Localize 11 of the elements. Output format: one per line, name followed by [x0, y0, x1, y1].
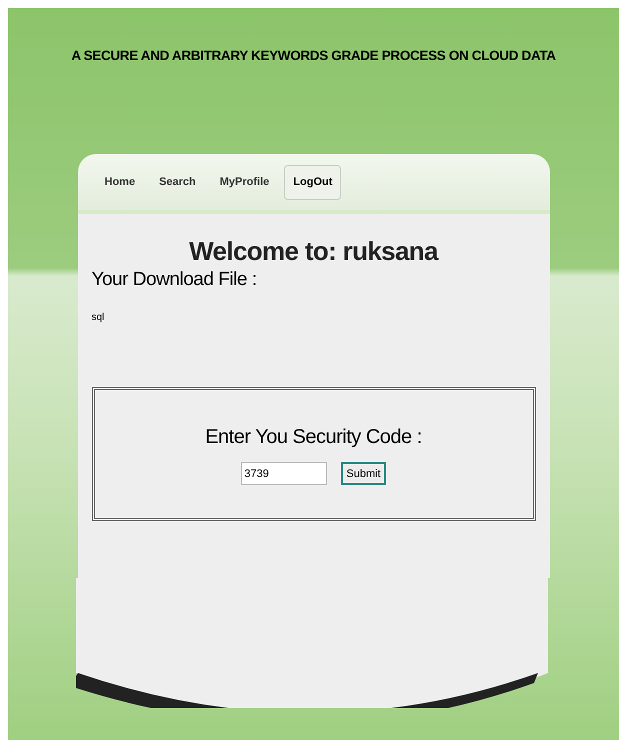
- security-code-label: Enter You Security Code :: [205, 425, 422, 450]
- page-title: A SECURE AND ARBITRARY KEYWORDS GRADE PROCESS ON CLOUD DATA: [71, 47, 556, 65]
- nav-link[interactable]: Home: [96, 165, 144, 200]
- nav-link[interactable]: MyProfile: [210, 165, 278, 200]
- welcome-heading: Welcome to: ruksana: [188, 236, 440, 266]
- download-label: Your Download File :: [92, 268, 258, 292]
- file-name[interactable]: sql: [92, 310, 536, 326]
- submit-button[interactable]: Submit: [341, 462, 386, 486]
- nav-link[interactable]: Search: [150, 165, 205, 200]
- security-code-field[interactable]: 3739: [241, 462, 328, 486]
- nav-link[interactable]: LogOut: [284, 165, 342, 200]
